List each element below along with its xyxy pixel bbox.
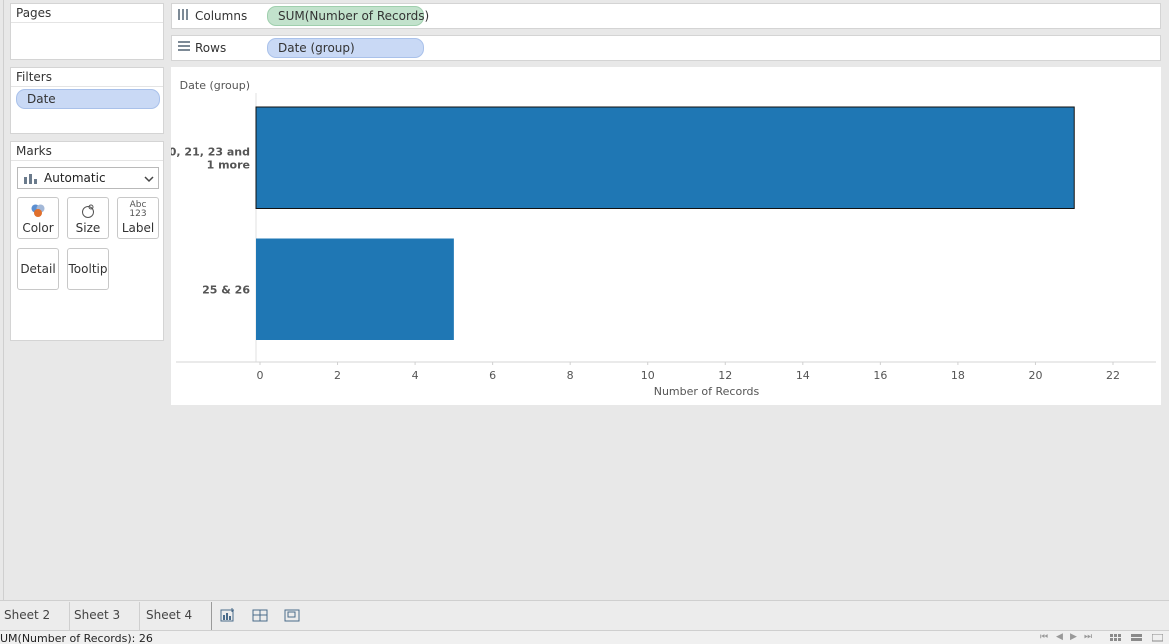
chevron-down-icon	[144, 173, 154, 187]
bar-0[interactable]	[255, 106, 1075, 209]
category-label-0-1: 1 more	[207, 158, 250, 171]
bar-chart-icon	[24, 173, 38, 184]
status-summary: UM(Number of Records): 26	[0, 632, 153, 644]
nav-first-icon[interactable]: ⏮	[1040, 632, 1048, 642]
columns-pill[interactable]: SUM(Number of Records)	[267, 6, 429, 26]
row-header-label: Date (group)	[180, 79, 250, 92]
x-tick-label-22: 22	[1106, 369, 1120, 382]
tab-sheet-2[interactable]: Sheet 2	[0, 602, 70, 630]
size-icon	[68, 203, 108, 219]
category-label-1-0: 25 & 26	[202, 283, 250, 296]
new-worksheet-icon[interactable]	[220, 608, 236, 625]
filters-card-title: Filters	[11, 68, 163, 87]
canvas-edge	[3, 0, 4, 600]
x-tick-label-18: 18	[951, 369, 965, 382]
pages-card[interactable]: Pages	[10, 3, 164, 60]
label-button-label: Label	[121, 221, 155, 235]
nav-prev-icon[interactable]: ◀	[1056, 632, 1063, 642]
grid-view-icon[interactable]	[1110, 633, 1121, 644]
columns-shelf-label: Columns	[195, 9, 248, 23]
columns-icon	[178, 9, 190, 23]
x-tick-label-2: 2	[334, 369, 341, 382]
color-icon	[18, 203, 58, 219]
tooltip-button[interactable]: Tooltip	[67, 248, 109, 290]
x-axis-title: Number of Records	[654, 385, 760, 398]
list-view-icon[interactable]	[1131, 633, 1142, 644]
filters-card[interactable]: Filters Date	[10, 67, 164, 134]
x-tick-label-4: 4	[412, 369, 419, 382]
tab-sheet-3[interactable]: Sheet 3	[70, 602, 140, 630]
color-button-label: Color	[22, 221, 54, 235]
x-tick-label-12: 12	[718, 369, 732, 382]
filmstrip-view-icon[interactable]	[1151, 633, 1164, 644]
nav-last-icon[interactable]: ⏭	[1084, 632, 1092, 642]
label-button[interactable]: Abc 123 Label	[117, 197, 159, 239]
status-bar: UM(Number of Records): 26 ⏮ ◀ ▶ ⏭	[0, 630, 1169, 644]
new-dashboard-icon[interactable]	[252, 608, 268, 625]
x-tick-label-20: 20	[1028, 369, 1042, 382]
pages-card-title: Pages	[11, 4, 163, 23]
size-button[interactable]: Size	[67, 197, 109, 239]
view-area[interactable]: Date (group) 20, 21, 23 and1 more 25 & 26 0…	[171, 67, 1161, 405]
mark-type-dropdown[interactable]: Automatic	[17, 167, 159, 189]
rows-pill[interactable]: Date (group)	[267, 38, 424, 58]
marks-card-title: Marks	[11, 142, 163, 161]
rows-shelf-label: Rows	[195, 41, 227, 55]
rows-shelf[interactable]: Rows Date (group)	[171, 35, 1161, 61]
color-button[interactable]: Color	[17, 197, 59, 239]
x-tick-label-8: 8	[567, 369, 574, 382]
mark-type-value: Automatic	[44, 171, 106, 185]
x-tick-label-10: 10	[641, 369, 655, 382]
tab-sheet-4[interactable]: Sheet 4	[142, 602, 212, 630]
category-label-0-0: 20, 21, 23 and	[171, 145, 250, 158]
size-button-label: Size	[75, 221, 101, 235]
filter-pill-date[interactable]: Date	[16, 89, 160, 109]
bar-1[interactable]	[256, 238, 454, 341]
bar-chart[interactable]: Date (group) 20, 21, 23 and1 more 25 & 26 0…	[171, 67, 1161, 405]
tooltip-button-label: Tooltip	[68, 262, 108, 276]
rows-icon	[178, 41, 190, 55]
nav-next-icon[interactable]: ▶	[1070, 632, 1077, 642]
x-tick-label-16: 16	[873, 369, 887, 382]
x-tick-label-14: 14	[796, 369, 810, 382]
columns-shelf[interactable]: Columns SUM(Number of Records)	[171, 3, 1161, 29]
detail-button[interactable]: Detail	[17, 248, 59, 290]
label-icon: Abc 123	[129, 200, 147, 219]
marks-card[interactable]: Marks Automatic Color Size Abc 123 Label…	[10, 141, 164, 341]
detail-button-label: Detail	[20, 262, 56, 276]
new-story-icon[interactable]	[284, 608, 300, 625]
x-tick-label-6: 6	[489, 369, 496, 382]
x-tick-label-0: 0	[257, 369, 264, 382]
